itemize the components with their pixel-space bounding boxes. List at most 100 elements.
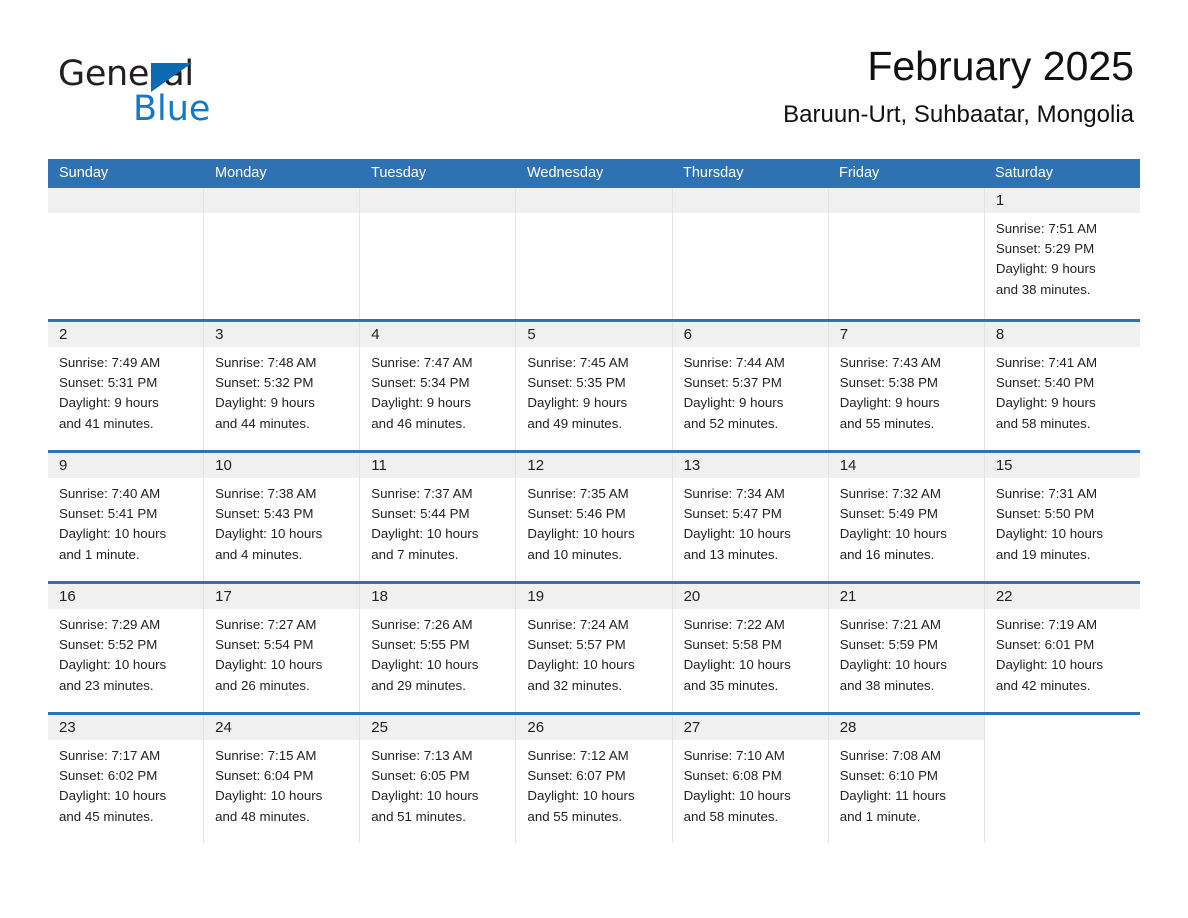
day-number: 4 <box>371 326 380 343</box>
daylight-text-cont: and 26 minutes. <box>215 677 310 693</box>
day-details: Sunrise: 7:48 AM Sunset: 5:32 PM Daylight:… <box>204 347 359 434</box>
daylight-text: Daylight: 10 hours <box>215 526 323 542</box>
day-details: Sunrise: 7:47 AM Sunset: 5:34 PM Daylight:… <box>360 347 515 434</box>
day-number-bar: 23 <box>48 715 204 740</box>
calendar-day-cell[interactable]: 26 Sunrise: 7:12 AM Sunset: 6:07 PM Dayligh… <box>516 715 673 843</box>
day-details: Sunrise: 7:44 AM Sunset: 5:37 PM Daylight:… <box>673 347 828 434</box>
daylight-text: Daylight: 10 hours <box>371 657 479 673</box>
calendar-day-cell[interactable]: 17 Sunrise: 7:27 AM Sunset: 5:54 PM Dayligh… <box>204 584 361 712</box>
day-number: 22 <box>995 588 1013 605</box>
calendar-day-cell[interactable]: 20 Sunrise: 7:22 AM Sunset: 5:58 PM Dayligh… <box>672 584 829 712</box>
daylight-text-cont: and 42 minutes. <box>995 677 1091 693</box>
calendar-day-cell[interactable]: 2 Sunrise: 7:49 AM Sunset: 5:31 PM Daylight… <box>48 322 205 450</box>
page-header: General Blue February 2025 Baruun-Urt, S… <box>0 40 1188 150</box>
calendar-week-row: 16 Sunrise: 7:29 AM Sunset: 5:52 PM Dayligh… <box>48 581 1140 712</box>
daylight-text-cont: and 48 minutes. <box>215 808 310 824</box>
sunset-text: Sunset: 6:07 PM <box>527 768 626 784</box>
daylight-text: Daylight: 10 hours <box>59 526 167 542</box>
day-number: 16 <box>59 588 76 605</box>
calendar-day-cell[interactable]: 13 Sunrise: 7:34 AM Sunset: 5:47 PM Dayligh… <box>672 453 829 581</box>
day-number-bar <box>48 188 204 213</box>
day-number: 17 <box>215 588 232 605</box>
daylight-text: Daylight: 10 hours <box>59 788 167 804</box>
day-number-bar: 16 <box>48 584 204 609</box>
calendar-day-cell[interactable]: 22 Sunrise: 7:19 AM Sunset: 6:01 PM Dayligh… <box>984 584 1140 712</box>
day-number-bar <box>984 715 1140 740</box>
sunset-text: Sunset: 6:08 PM <box>683 768 782 784</box>
day-number-bar: 11 <box>360 453 516 478</box>
weekday-header-thursday: Thursday <box>683 165 744 181</box>
calendar-day-cell[interactable]: 24 Sunrise: 7:15 AM Sunset: 6:04 PM Dayligh… <box>204 715 361 843</box>
sunrise-text: Sunrise: 7:48 AM <box>215 355 317 370</box>
daylight-text: Daylight: 10 hours <box>527 788 635 804</box>
daylight-text: Daylight: 10 hours <box>371 526 479 542</box>
calendar-day-cell[interactable]: 18 Sunrise: 7:26 AM Sunset: 5:55 PM Dayligh… <box>360 584 517 712</box>
day-number-bar <box>672 188 828 213</box>
day-number: 6 <box>683 326 692 343</box>
sunset-text: Sunset: 5:59 PM <box>839 637 939 653</box>
day-number: 27 <box>683 719 701 736</box>
title-block: February 2025 Baruun-Urt, Suhbaatar, Mon… <box>783 40 1134 130</box>
calendar-day-cell[interactable]: 19 Sunrise: 7:24 AM Sunset: 5:57 PM Dayligh… <box>516 584 673 712</box>
calendar-day-cell[interactable]: 10 Sunrise: 7:38 AM Sunset: 5:43 PM Dayligh… <box>204 453 361 581</box>
day-number: 14 <box>839 457 857 474</box>
daylight-text: Daylight: 10 hours <box>683 526 791 542</box>
calendar-empty-cell <box>672 188 829 319</box>
calendar-day-cell[interactable]: 8 Sunrise: 7:41 AM Sunset: 5:40 PM Daylight… <box>984 322 1140 450</box>
day-number: 23 <box>59 719 76 736</box>
sunset-text: Sunset: 6:10 PM <box>839 768 939 784</box>
sunset-text: Sunset: 5:41 PM <box>59 506 158 522</box>
daylight-text-cont: and 1 minute. <box>59 546 140 562</box>
day-details: Sunrise: 7:37 AM Sunset: 5:44 PM Daylight:… <box>360 478 515 565</box>
sunrise-text: Sunrise: 7:24 AM <box>527 617 629 632</box>
calendar-day-cell[interactable]: 4 Sunrise: 7:47 AM Sunset: 5:34 PM Daylight… <box>360 322 517 450</box>
calendar-day-cell[interactable]: 6 Sunrise: 7:44 AM Sunset: 5:37 PM Daylight… <box>672 322 829 450</box>
sunrise-text: Sunrise: 7:43 AM <box>839 355 941 370</box>
daylight-text: Daylight: 10 hours <box>215 657 323 673</box>
calendar-day-cell[interactable]: 27 Sunrise: 7:10 AM Sunset: 6:08 PM Dayligh… <box>672 715 829 843</box>
calendar-day-cell[interactable]: 15 Sunrise: 7:31 AM Sunset: 5:50 PM Dayligh… <box>984 453 1140 581</box>
calendar-day-cell[interactable]: 21 Sunrise: 7:21 AM Sunset: 5:59 PM Dayligh… <box>828 584 985 712</box>
calendar-week-row: 9 Sunrise: 7:40 AM Sunset: 5:41 PM Daylight… <box>48 450 1140 581</box>
sunset-text: Sunset: 5:29 PM <box>995 241 1095 257</box>
calendar-day-cell[interactable]: 5 Sunrise: 7:45 AM Sunset: 5:35 PM Daylight… <box>516 322 673 450</box>
day-details: Sunrise: 7:10 AM Sunset: 6:08 PM Daylight:… <box>673 740 828 827</box>
day-number-bar: 1 <box>984 188 1140 213</box>
sunrise-text: Sunrise: 7:45 AM <box>527 355 629 370</box>
sunrise-text: Sunrise: 7:22 AM <box>683 617 785 632</box>
daylight-text: Daylight: 9 hours <box>839 395 940 411</box>
calendar-day-cell[interactable]: 14 Sunrise: 7:32 AM Sunset: 5:49 PM Dayligh… <box>828 453 985 581</box>
calendar-day-cell[interactable]: 12 Sunrise: 7:35 AM Sunset: 5:46 PM Dayligh… <box>516 453 673 581</box>
day-details: Sunrise: 7:26 AM Sunset: 5:55 PM Daylight:… <box>360 609 515 696</box>
sunset-text: Sunset: 5:58 PM <box>683 637 782 653</box>
calendar-day-cell[interactable]: 7 Sunrise: 7:43 AM Sunset: 5:38 PM Daylight… <box>828 322 985 450</box>
calendar-day-cell[interactable]: 3 Sunrise: 7:48 AM Sunset: 5:32 PM Daylight… <box>204 322 361 450</box>
calendar-day-cell[interactable]: 23 Sunrise: 7:17 AM Sunset: 6:02 PM Dayligh… <box>48 715 205 843</box>
logo-triangle-icon <box>151 63 192 92</box>
day-details: Sunrise: 7:32 AM Sunset: 5:49 PM Daylight:… <box>829 478 984 565</box>
calendar-day-cell[interactable]: 9 Sunrise: 7:40 AM Sunset: 5:41 PM Daylight… <box>48 453 205 581</box>
daylight-text-cont: and 55 minutes. <box>839 415 935 431</box>
daylight-text: Daylight: 10 hours <box>683 657 791 673</box>
calendar-day-cell[interactable]: 16 Sunrise: 7:29 AM Sunset: 5:52 PM Dayligh… <box>48 584 205 712</box>
day-number: 20 <box>683 588 701 605</box>
day-number: 19 <box>527 588 545 605</box>
calendar-day-cell[interactable]: 25 Sunrise: 7:13 AM Sunset: 6:05 PM Dayligh… <box>360 715 517 843</box>
day-number: 10 <box>215 457 232 474</box>
daylight-text-cont: and 46 minutes. <box>371 415 466 431</box>
calendar-day-cell[interactable]: 28 Sunrise: 7:08 AM Sunset: 6:10 PM Dayligh… <box>828 715 985 843</box>
weekday-header-row: Sunday Monday Tuesday Wednesday Thursday Frid… <box>48 159 1140 188</box>
daylight-text: Daylight: 10 hours <box>683 788 791 804</box>
sunrise-text: Sunrise: 7:12 AM <box>527 748 629 763</box>
daylight-text-cont: and 45 minutes. <box>59 808 154 824</box>
calendar-day-cell[interactable]: 1 Sunrise: 7:51 AM Sunset: 5:29 PM Daylight… <box>984 188 1140 319</box>
daylight-text: Daylight: 10 hours <box>839 526 947 542</box>
sunrise-text: Sunrise: 7:31 AM <box>995 486 1098 501</box>
daylight-text: Daylight: 10 hours <box>527 526 635 542</box>
daylight-text-cont: and 35 minutes. <box>683 677 779 693</box>
day-details: Sunrise: 7:34 AM Sunset: 5:47 PM Daylight:… <box>673 478 828 565</box>
daylight-text-cont: and 44 minutes. <box>215 415 310 431</box>
calendar-day-cell[interactable]: 11 Sunrise: 7:37 AM Sunset: 5:44 PM Dayligh… <box>360 453 517 581</box>
calendar-empty-cell <box>516 188 673 319</box>
day-number: 9 <box>59 457 68 474</box>
